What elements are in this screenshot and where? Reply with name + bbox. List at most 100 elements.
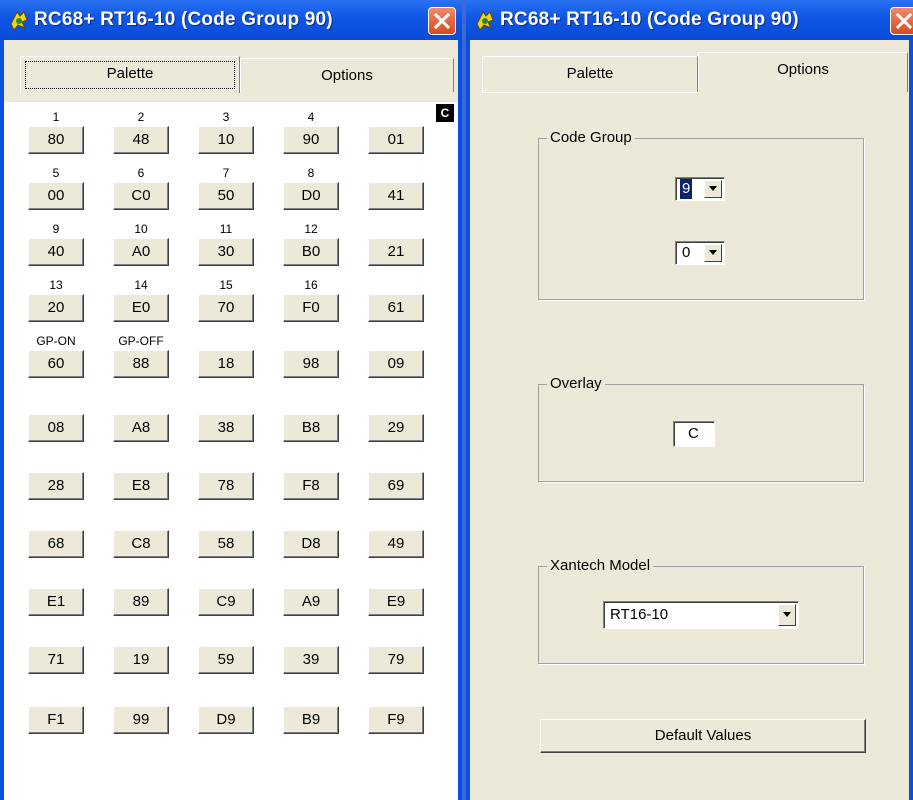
- palette-code-button[interactable]: 19: [113, 646, 169, 674]
- tab-label: Options: [321, 67, 373, 84]
- palette-code-button[interactable]: 40: [28, 238, 84, 266]
- palette-code-button[interactable]: 79: [368, 646, 424, 674]
- close-button[interactable]: [890, 7, 913, 35]
- palette-code-button[interactable]: F0: [283, 294, 339, 322]
- palette-code-button[interactable]: 50: [198, 182, 254, 210]
- tab-palette[interactable]: Palette: [20, 56, 240, 93]
- palette-code-button[interactable]: 01: [368, 126, 424, 154]
- palette-code-button[interactable]: 71: [28, 646, 84, 674]
- palette-code-button[interactable]: 08: [28, 414, 84, 442]
- palette-code-button[interactable]: 68: [28, 530, 84, 558]
- palette-code-button[interactable]: 80: [28, 126, 84, 154]
- palette-code-button[interactable]: 09: [368, 350, 424, 378]
- palette-code-button[interactable]: F8: [283, 472, 339, 500]
- palette-code-button[interactable]: 41: [368, 182, 424, 210]
- palette-code-button[interactable]: 39: [283, 646, 339, 674]
- palette-cell-label: 6: [137, 166, 145, 180]
- palette-code-button[interactable]: 61: [368, 294, 424, 322]
- palette-cell-label: 5: [52, 166, 60, 180]
- palette-code-button[interactable]: C0: [113, 182, 169, 210]
- palette-code-button[interactable]: 00: [28, 182, 84, 210]
- group-title: Code Group: [547, 129, 635, 146]
- palette-code-button[interactable]: A0: [113, 238, 169, 266]
- dropdown-button[interactable]: [778, 604, 796, 626]
- window-title: RC68+ RT16-10 (Code Group 90): [34, 9, 333, 30]
- xantech-model-select[interactable]: RT16-10: [603, 601, 799, 629]
- dropdown-button[interactable]: [704, 180, 722, 198]
- tab-palette[interactable]: Palette: [482, 56, 698, 92]
- palette-cell-label: 10: [134, 222, 148, 236]
- palette-code-button[interactable]: D9: [198, 706, 254, 734]
- xantech-model-box: Xantech Model RT16-10: [538, 557, 864, 664]
- palette-code-button[interactable]: 28: [28, 472, 84, 500]
- palette-code-button[interactable]: F1: [28, 706, 84, 734]
- palette-code-button[interactable]: 21: [368, 238, 424, 266]
- overlay-badge: C: [436, 104, 454, 122]
- palette-code-button[interactable]: 98: [283, 350, 339, 378]
- palette-code-button[interactable]: C9: [198, 588, 254, 616]
- window-client: Palette Options C 1 80 2 48 3 10 4 90 01 5 00 6 C0 7 5…: [4, 40, 458, 800]
- palette-cell-label: 16: [304, 278, 318, 292]
- palette-code-button[interactable]: F9: [368, 706, 424, 734]
- tab-divider: [482, 92, 698, 93]
- palette-code-button[interactable]: E9: [368, 588, 424, 616]
- palette-code-button[interactable]: B0: [283, 238, 339, 266]
- group-title: Xantech Model: [547, 557, 654, 574]
- palette-code-button[interactable]: 20: [28, 294, 84, 322]
- titlebar[interactable]: RC68+ RT16-10 (Code Group 90): [0, 0, 462, 40]
- palette-code-button[interactable]: A9: [283, 588, 339, 616]
- palette-code-button[interactable]: D8: [283, 530, 339, 558]
- palette-code-button[interactable]: 38: [198, 414, 254, 442]
- palette-window: RC68+ RT16-10 (Code Group 90) Palette Op…: [0, 0, 462, 800]
- options-window: RC68+ RT16-10 (Code Group 90) Palette Op…: [466, 0, 913, 800]
- palette-code-button[interactable]: 59: [198, 646, 254, 674]
- palette-code-button[interactable]: 48: [113, 126, 169, 154]
- palette-code-button[interactable]: 70: [198, 294, 254, 322]
- palette-code-button[interactable]: 18: [198, 350, 254, 378]
- palette-code-button[interactable]: 69: [368, 472, 424, 500]
- palette-code-button[interactable]: 60: [28, 350, 84, 378]
- palette-code-button[interactable]: 99: [113, 706, 169, 734]
- palette-cell-label: 4: [307, 110, 315, 124]
- palette-cell-label: GP-ON: [36, 334, 76, 348]
- palette-code-button[interactable]: E0: [113, 294, 169, 322]
- titlebar[interactable]: RC68+ RT16-10 (Code Group 90): [466, 0, 913, 40]
- palette-code-button[interactable]: 29: [368, 414, 424, 442]
- overlay-box: Overlay C: [538, 375, 864, 482]
- palette-code-button[interactable]: B9: [283, 706, 339, 734]
- palette-code-button[interactable]: 89: [113, 588, 169, 616]
- palette-cell-label: 15: [219, 278, 233, 292]
- overlay-input[interactable]: C: [673, 421, 715, 447]
- code-group-digit1-select[interactable]: 9: [675, 177, 725, 201]
- tab-options[interactable]: Options: [698, 52, 908, 92]
- code-group-digit2-select[interactable]: 0: [675, 241, 725, 265]
- palette-code-button[interactable]: 78: [198, 472, 254, 500]
- palette-code-button[interactable]: B8: [283, 414, 339, 442]
- tab-label: Palette: [566, 65, 614, 82]
- palette-code-button[interactable]: E8: [113, 472, 169, 500]
- palette-panel: C 1 80 2 48 3 10 4 90 01 5 00 6 C0 7 50 8 D0 41 9 40 10 A0 11 3…: [4, 102, 458, 800]
- palette-code-button[interactable]: D0: [283, 182, 339, 210]
- combo-value: 9: [680, 179, 693, 199]
- dropdown-button[interactable]: [704, 244, 722, 262]
- palette-code-button[interactable]: 30: [198, 238, 254, 266]
- palette-code-button[interactable]: E1: [28, 588, 84, 616]
- palette-code-button[interactable]: 49: [368, 530, 424, 558]
- close-icon: [895, 12, 913, 30]
- palette-code-button[interactable]: 88: [113, 350, 169, 378]
- palette-code-button[interactable]: 90: [283, 126, 339, 154]
- close-button[interactable]: [428, 7, 456, 35]
- combo-value: 0: [682, 244, 691, 261]
- palette-cell-label: GP-OFF: [118, 334, 164, 348]
- tab-options[interactable]: Options: [240, 58, 454, 92]
- app-icon: [10, 11, 28, 31]
- palette-cell-label: 7: [222, 166, 230, 180]
- palette-code-button[interactable]: 58: [198, 530, 254, 558]
- palette-cell-label: 2: [137, 110, 145, 124]
- palette-code-button[interactable]: C8: [113, 530, 169, 558]
- palette-cell-label: 9: [52, 222, 60, 236]
- group-title: Overlay: [547, 375, 605, 392]
- palette-code-button[interactable]: A8: [113, 414, 169, 442]
- palette-code-button[interactable]: 10: [198, 126, 254, 154]
- default-values-button[interactable]: Default Values: [540, 719, 866, 753]
